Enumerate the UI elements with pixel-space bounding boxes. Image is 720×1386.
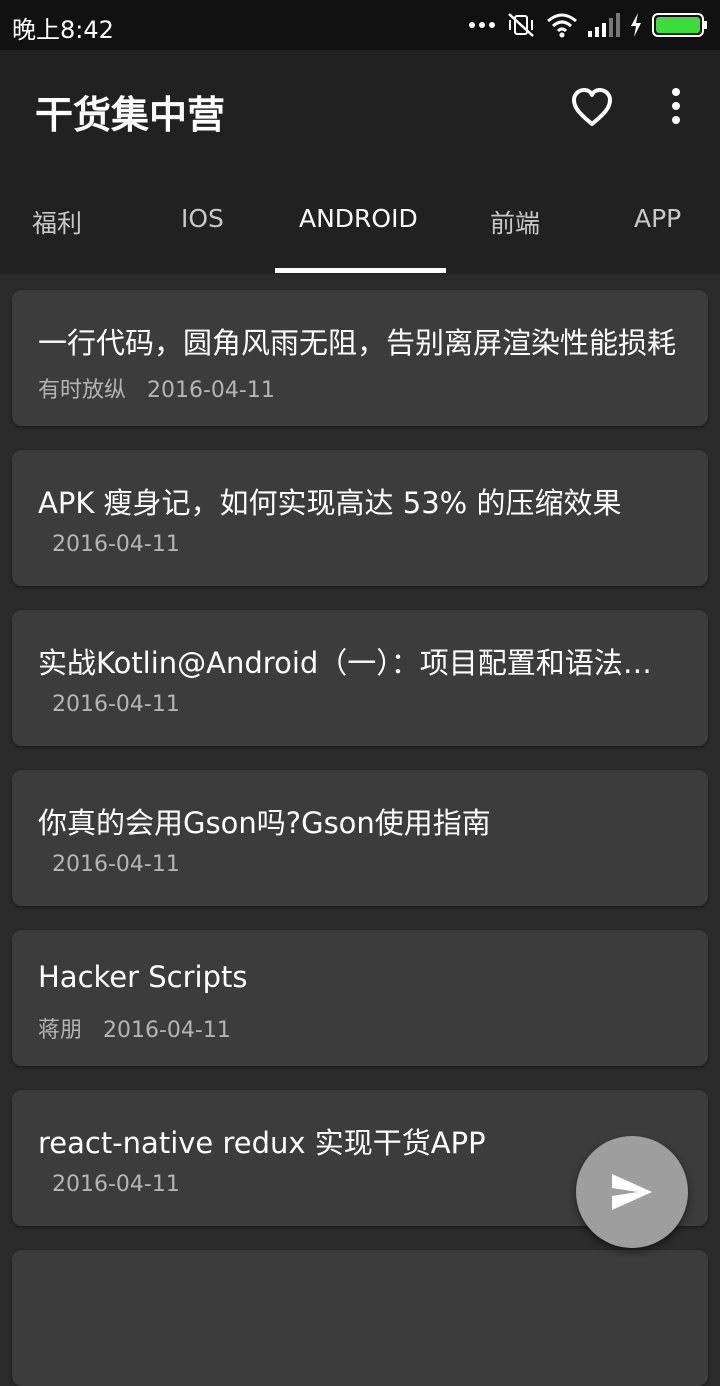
tab-frontend[interactable]: 前端 — [490, 204, 540, 240]
article-meta: 2016-04-11 — [38, 1172, 180, 1197]
active-tab-indicator — [275, 268, 446, 273]
send-fab[interactable] — [576, 1136, 688, 1248]
article-title: 你真的会用Gson吗?Gson使用指南 — [38, 806, 491, 840]
status-time: 晚上8:42 — [12, 16, 114, 44]
favorite-button[interactable] — [570, 86, 614, 130]
article-title: 实战Kotlin@Android（一）：项目配置和语法基础 — [38, 646, 678, 680]
article-card-partial[interactable] — [12, 1250, 708, 1386]
signal-icon — [588, 13, 620, 37]
article-meta: 蒋朋 2016-04-11 — [38, 1018, 231, 1043]
status-icons — [468, 10, 708, 40]
article-meta: 有时放纵 2016-04-11 — [38, 378, 275, 403]
article-title: 一行代码，圆角风雨无阻，告别离屏渲染性能损耗 — [38, 326, 677, 360]
battery-icon — [652, 13, 707, 37]
article-meta: 2016-04-11 — [38, 532, 180, 557]
article-title: Hacker Scripts — [38, 960, 248, 994]
more-vert-icon — [672, 88, 680, 124]
article-card[interactable]: 实战Kotlin@Android（一）：项目配置和语法基础 2016-04-11 — [12, 610, 708, 746]
send-icon — [612, 1174, 652, 1210]
wifi-icon — [547, 13, 577, 38]
app-toolbar: 干货集中营 — [0, 50, 720, 162]
status-bar: 晚上8:42 — [0, 0, 720, 50]
article-card[interactable]: APK 瘦身记，如何实现高达 53% 的压缩效果 2016-04-11 — [12, 450, 708, 586]
mute-vibrate-icon — [508, 13, 534, 37]
more-options-button[interactable] — [664, 86, 688, 130]
article-card[interactable]: Hacker Scripts 蒋朋 2016-04-11 — [12, 930, 708, 1066]
charging-icon — [631, 13, 641, 37]
article-title: react-native redux 实现干货APP — [38, 1126, 486, 1160]
tab-android[interactable]: ANDROID — [299, 204, 418, 233]
article-card[interactable]: 一行代码，圆角风雨无阻，告别离屏渲染性能损耗 有时放纵 2016-04-11 — [12, 290, 708, 426]
article-meta: 2016-04-11 — [38, 692, 180, 717]
tab-app[interactable]: APP — [634, 204, 681, 233]
category-tabs: 福利 IOS ANDROID 前端 APP — [0, 162, 720, 274]
heart-icon — [572, 88, 612, 126]
article-title: APK 瘦身记，如何实现高达 53% 的压缩效果 — [38, 486, 622, 520]
dots-icon — [469, 22, 495, 28]
article-card[interactable]: 你真的会用Gson吗?Gson使用指南 2016-04-11 — [12, 770, 708, 906]
app-title: 干货集中营 — [35, 93, 226, 137]
tab-ios[interactable]: IOS — [181, 204, 224, 233]
tab-fuli[interactable]: 福利 — [32, 204, 82, 240]
article-meta: 2016-04-11 — [38, 852, 180, 877]
